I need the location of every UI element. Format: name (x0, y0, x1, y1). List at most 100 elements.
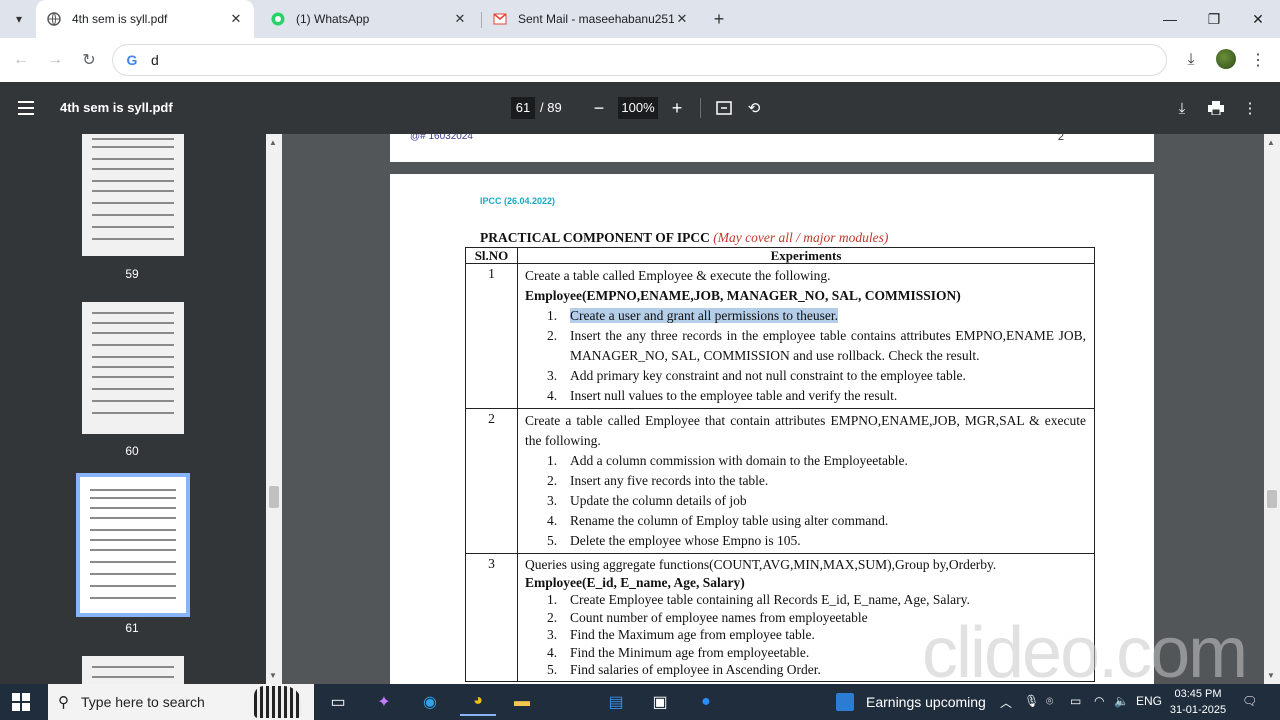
more-menu-icon[interactable]: ⋮ (1247, 49, 1269, 71)
thumbnail-page-59[interactable] (82, 134, 184, 256)
thumbnail-page-61[interactable] (76, 473, 190, 617)
heading-note: (May cover all / major modules) (713, 230, 889, 245)
viewer-scrollbar[interactable]: ▲ ▼ (1264, 134, 1280, 684)
browser-toolbar: ← → ↻ G d ⤓ ⋮ (0, 38, 1280, 82)
file-explorer-icon[interactable]: ▬ (504, 688, 540, 716)
fit-page-icon[interactable] (712, 96, 736, 120)
thumbnail-sidebar: 59 60 61 (0, 134, 266, 684)
download-icon[interactable]: ⤓ (1180, 49, 1202, 71)
chrome-icon[interactable]: ◕ (460, 688, 496, 716)
list-item: 1. Create a user and grant all permission… (547, 306, 1086, 326)
item-text: Insert any five records into the table. (570, 473, 769, 488)
pdf-download-icon[interactable]: ⤓ (1170, 96, 1194, 120)
page-footer-right: 2 (1057, 134, 1064, 143)
list-item: 5. Delete the employee whose Empno is 105… (547, 531, 1086, 551)
forward-arrow-icon[interactable]: → (42, 47, 68, 73)
edge-icon[interactable]: ◉ (412, 688, 448, 716)
scroll-up-icon[interactable]: ▲ (269, 138, 277, 147)
sidebar-scrollbar[interactable]: ▲ ▼ (266, 134, 282, 684)
word-icon[interactable]: ▤ (598, 688, 634, 716)
row-number: 1 (466, 264, 518, 408)
back-arrow-icon[interactable]: ← (8, 47, 34, 73)
zoom-in-icon[interactable]: + (665, 96, 689, 120)
thumbnail-page-62[interactable] (82, 656, 184, 684)
news-widget[interactable]: Earnings upcoming (836, 684, 986, 720)
windows-start-icon[interactable] (12, 693, 30, 711)
selected-text[interactable]: Create a user and grant all permissions … (570, 308, 839, 323)
volume-icon[interactable]: 🔈 (1114, 694, 1129, 708)
pdf-more-icon[interactable]: ⋮ (1238, 96, 1262, 120)
zoom-input[interactable]: 100% (618, 97, 658, 119)
item-list: 1. Add a column commission with domain to… (547, 451, 1086, 551)
item-number: 5. (547, 662, 558, 677)
page-number-input[interactable]: 61 (511, 97, 535, 119)
scroll-thumb[interactable] (1267, 490, 1277, 508)
item-number: 4. (547, 388, 558, 403)
notification-icon[interactable]: 🗨 (1242, 694, 1257, 708)
tab-title: Sent Mail - maseehabanu2510: (518, 12, 674, 26)
zoom-out-icon[interactable]: − (587, 96, 611, 120)
tab-search-button[interactable]: ▾ (6, 6, 32, 32)
menu-icon[interactable] (18, 96, 42, 120)
news-text: Earnings upcoming (866, 694, 986, 710)
battery-icon[interactable]: ▭ (1070, 694, 1081, 708)
tab-whatsapp[interactable]: (1) WhatsApp ✕ (260, 0, 478, 38)
new-tab-button[interactable]: + (708, 8, 730, 30)
page-total: / 89 (540, 100, 562, 115)
address-bar[interactable]: G d (112, 44, 1167, 76)
scroll-down-icon[interactable]: ▼ (1267, 671, 1275, 680)
reload-icon[interactable]: ↻ (76, 47, 102, 73)
zoom-app-icon[interactable]: ● (688, 688, 724, 716)
wifi-icon[interactable]: ◠ (1094, 694, 1104, 708)
item-number: 1. (547, 592, 558, 607)
tab-pdf[interactable]: 4th sem is syll.pdf ✕ (36, 0, 254, 38)
column-header-slno: Sl.NO (466, 248, 518, 263)
row-number: 2 (466, 409, 518, 553)
close-tab-icon[interactable]: ✕ (228, 11, 244, 27)
camera-icon[interactable]: ⌾ (1046, 694, 1053, 709)
print-icon[interactable] (1204, 96, 1228, 120)
scroll-down-icon[interactable]: ▼ (269, 671, 277, 680)
microphone-icon[interactable]: 🎙 (1024, 694, 1039, 708)
table-row: 1 Create a table called Employee & execu… (466, 264, 1094, 409)
scroll-thumb[interactable] (269, 486, 279, 508)
item-number: 1. (547, 453, 558, 468)
scroll-up-icon[interactable]: ▲ (1267, 138, 1275, 147)
item-text: Insert null values to the employee table… (570, 388, 898, 403)
news-icon (836, 693, 854, 711)
gmail-icon (492, 11, 508, 27)
zebra-image (254, 686, 302, 718)
item-number: 1. (547, 308, 558, 323)
list-item: 1. Add a column commission with domain to… (547, 451, 1086, 471)
list-item: 4. Insert null values to the employee tab… (547, 386, 1086, 406)
previous-page: @# 16032024 2 (390, 134, 1154, 162)
restore-button[interactable]: ❐ (1192, 0, 1236, 38)
taskbar-search[interactable]: ⚲ Type here to search (48, 684, 314, 720)
tab-title: 4th sem is syll.pdf (72, 12, 168, 26)
copilot-icon[interactable]: ✦ (366, 688, 402, 716)
row-intro: Create a table called Employee that cont… (525, 413, 1086, 448)
google-icon: G (126, 52, 138, 68)
taskbar: ⚲ Type here to search ▭ ✦ ◉ ◕ ▬ ▤ ▣ ● Ea… (0, 684, 1280, 720)
address-text: d (151, 52, 159, 68)
thumbnail-page-60[interactable] (82, 302, 184, 434)
profile-avatar[interactable] (1216, 49, 1236, 69)
chevron-up-icon[interactable]: ︿ (1000, 694, 1012, 711)
task-view-icon[interactable]: ▭ (320, 688, 356, 716)
terminal-icon[interactable]: ▣ (642, 688, 678, 716)
rotate-icon[interactable]: ⟲ (742, 96, 766, 120)
clock[interactable]: 03:45 PM 31-01-2025 (1166, 686, 1230, 718)
tab-gmail[interactable]: Sent Mail - maseehabanu2510: ✕ (482, 0, 700, 38)
item-number: 3. (547, 493, 558, 508)
globe-icon (46, 11, 62, 27)
minimize-button[interactable]: — (1148, 0, 1192, 38)
close-window-button[interactable]: ✕ (1236, 0, 1280, 38)
row-schema: Employee(E_id, E_name, Age, Salary) (525, 574, 745, 590)
list-item: 2. Insert the any three records in the em… (547, 326, 1086, 366)
item-text: Rename the column of Employ table using … (570, 513, 889, 528)
list-item: 4. Rename the column of Employ table usin… (547, 511, 1086, 531)
language-indicator[interactable]: ENG (1136, 694, 1162, 708)
watermark: clideo.com (922, 613, 1248, 693)
close-tab-icon[interactable]: ✕ (674, 11, 690, 27)
close-tab-icon[interactable]: ✕ (452, 11, 468, 27)
